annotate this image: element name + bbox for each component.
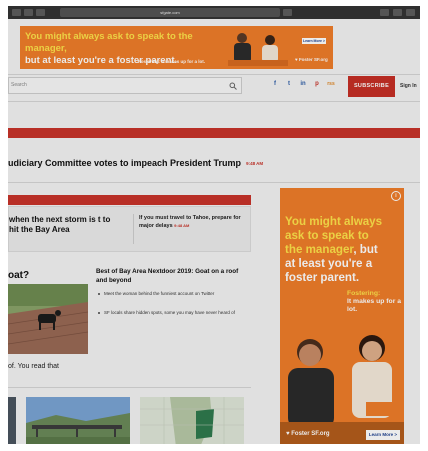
facebook-icon[interactable]: f — [270, 81, 280, 87]
related-link[interactable]: Meet the woman behind the funniest accou… — [98, 291, 246, 298]
section-header-bar — [8, 195, 251, 205]
browser-toolbar: sfgate.com — [8, 6, 420, 19]
bestof-headline[interactable]: Best of Bay Area Nextdoor 2019: Goat on … — [96, 267, 246, 285]
sidebar-toggle-icon[interactable] — [12, 9, 21, 16]
story-thumbnail[interactable] — [26, 397, 130, 444]
instagram-icon[interactable]: in — [298, 81, 308, 87]
ad-tagline: Fostering: It makes up for a lot. — [138, 59, 206, 64]
ad-brand-logo: ♥ Foster SF.org — [286, 431, 330, 437]
ad-photo — [280, 324, 404, 444]
story-snippet: of. You read that — [8, 363, 59, 370]
breaking-news-headline[interactable]: udiciary Committee votes to impeach Pres… — [8, 158, 263, 168]
timestamp: 9:48 AM — [174, 223, 190, 228]
storm-detail[interactable]: If you must travel to Tahoe, prepare for… — [133, 214, 245, 244]
story-thumbnail[interactable] — [8, 397, 16, 444]
divider — [8, 387, 251, 388]
ad-learn-more-button[interactable]: Learn More > — [302, 38, 326, 44]
back-icon[interactable] — [24, 9, 33, 16]
forward-icon[interactable] — [36, 9, 45, 16]
rss-icon[interactable]: rss — [326, 81, 336, 87]
reload-icon[interactable] — [283, 9, 292, 16]
storm-headline[interactable]: when the next storm is t to hit the Bay … — [9, 215, 121, 235]
story-headline[interactable]: oat? — [8, 270, 29, 281]
tabs-icon[interactable] — [406, 9, 415, 16]
share-icon[interactable] — [393, 9, 402, 16]
map-thumbnail[interactable] — [140, 397, 244, 444]
twitter-icon[interactable]: t — [284, 81, 294, 87]
ad-photo — [228, 30, 288, 66]
subscribe-button[interactable]: SUBSCRIBE — [348, 76, 395, 97]
ad-brand-logo: ♥ Foster SF.org — [295, 57, 328, 62]
pinterest-icon[interactable]: p — [312, 81, 322, 87]
browser-window: sfgate.com You might always ask to speak… — [8, 6, 420, 444]
search-input[interactable]: Search — [8, 77, 242, 94]
divider — [8, 101, 420, 102]
address-bar[interactable]: sfgate.com — [60, 8, 280, 17]
ad-info-icon[interactable]: i — [391, 191, 401, 201]
storm-story-card[interactable]: when the next storm is t to hit the Bay … — [8, 206, 251, 252]
related-link[interactable]: SF locals share hidden spots, some you m… — [98, 310, 246, 317]
ad-tagline: Fostering: It makes up for a lot. — [347, 290, 402, 313]
search-icon[interactable] — [229, 82, 237, 90]
ad-headline: You might always ask to speak to the man… — [285, 215, 383, 284]
top-banner-ad[interactable]: You might always ask to speak to the man… — [20, 26, 333, 69]
timestamp: 9:48 AM — [246, 161, 264, 167]
divider — [8, 74, 420, 75]
sidebar-ad[interactable]: i You might always ask to speak to the m… — [280, 188, 404, 444]
extension-icon[interactable] — [380, 9, 389, 16]
section-header-bar — [8, 128, 420, 138]
ad-learn-more-button[interactable]: Learn More > — [366, 430, 400, 440]
sign-in-link[interactable]: Sign In — [400, 76, 420, 97]
goat-roof-image[interactable] — [8, 284, 88, 354]
divider — [8, 182, 420, 183]
